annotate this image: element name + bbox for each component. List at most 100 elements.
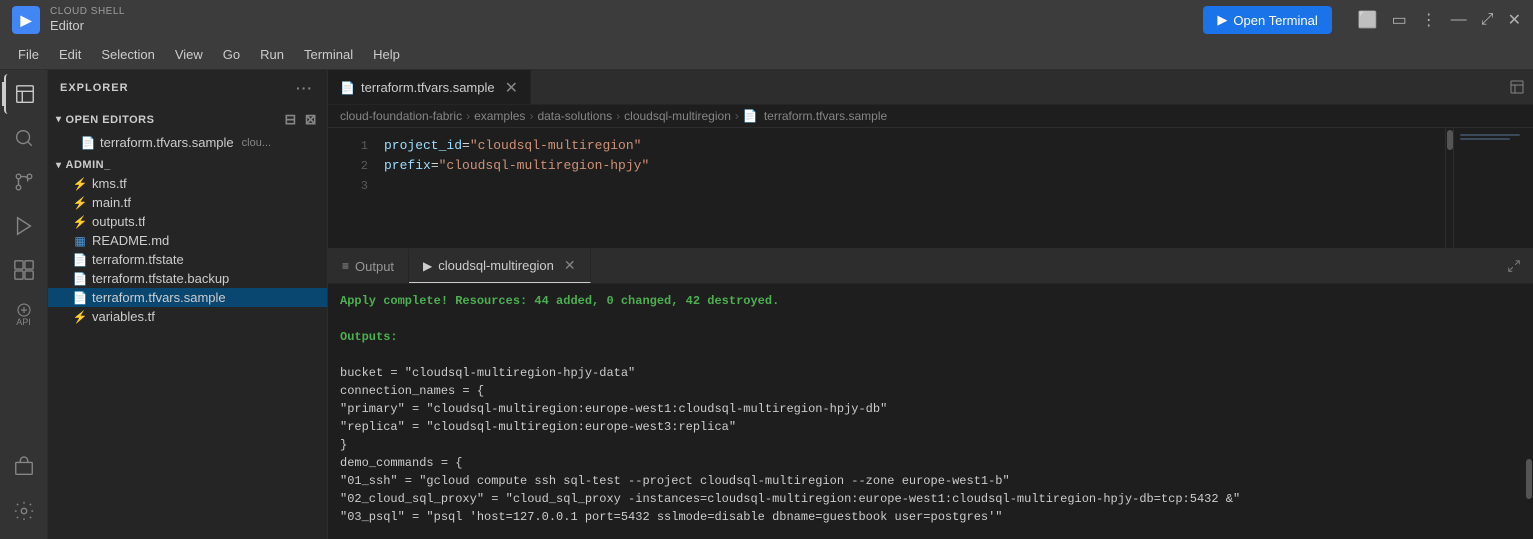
menu-view[interactable]: View <box>165 43 213 66</box>
title-subtitle: CLOUD SHELL <box>50 6 125 18</box>
more-icon[interactable]: ⋮ <box>1421 10 1437 30</box>
editor-area: 📄 terraform.tfvars.sample ✕ cloud-founda… <box>328 70 1533 539</box>
camera-icon[interactable]: ⬜ <box>1358 10 1378 30</box>
open-editor-path: clou... <box>242 137 271 149</box>
terminal-label: cloudsql-multiregion <box>438 258 554 273</box>
terminal-line-ssh: "01_ssh" = "gcloud compute ssh sql-test … <box>340 472 1521 490</box>
save-all-icon[interactable]: ⊟ <box>283 109 299 130</box>
open-editors-chevron: ▾ <box>56 114 62 125</box>
maximize-icon[interactable]: ⤢ <box>1481 11 1494 29</box>
activity-api[interactable]: API <box>4 294 44 334</box>
terminal-line-outputs: Outputs: <box>340 328 1521 346</box>
code-line-1: 1 project_id = "cloudsql-multiregion" <box>328 136 1445 156</box>
activity-run-debug[interactable] <box>4 206 44 246</box>
admin-section[interactable]: ▾ ADMIN_ <box>48 156 327 174</box>
open-editors-label: OPEN EDITORS <box>66 114 155 126</box>
tab-file-icon: 📄 <box>340 81 355 95</box>
breadcrumb-data-solutions[interactable]: data-solutions <box>537 109 612 123</box>
open-editors-section[interactable]: ▾ OPEN EDITORS ⊟ ⊠ <box>48 106 327 133</box>
file-icon-tfvars: 📄 <box>72 291 88 305</box>
scrollbar-thumb <box>1447 130 1453 150</box>
sidebar-header: EXPLORER ··· <box>48 70 327 106</box>
panel-scrollbar[interactable] <box>1525 339 1533 539</box>
terminal-line-bucket: bucket = "cloudsql-multiregion-hpjy-data… <box>340 364 1521 382</box>
breadcrumb: cloud-foundation-fabric › examples › dat… <box>328 105 1533 128</box>
sidebar-item-readme[interactable]: ▦ README.md <box>48 231 327 250</box>
open-terminal-button[interactable]: ▶ Open Terminal <box>1203 6 1331 34</box>
sidebar-item-kms[interactable]: ⚡ kms.tf <box>48 174 327 193</box>
menu-terminal[interactable]: Terminal <box>294 43 363 66</box>
activity-remote[interactable] <box>4 447 44 487</box>
new-file-icon[interactable]: ··· <box>294 78 315 98</box>
activity-settings[interactable] <box>4 491 44 531</box>
activity-source-control[interactable] <box>4 162 44 202</box>
tf-icon-kms: ⚡ <box>72 177 88 191</box>
terminal-icon: ▶ <box>1217 12 1227 28</box>
close-icon[interactable]: ✕ <box>1508 10 1521 30</box>
terminal-line-primary: "primary" = "cloudsql-multiregion:europe… <box>340 400 1521 418</box>
menu-file[interactable]: File <box>8 43 49 66</box>
sidebar-item-variables[interactable]: ⚡ variables.tf <box>48 307 327 326</box>
minimize-icon[interactable]: — <box>1451 11 1467 29</box>
file-icon-tfstate-backup: 📄 <box>72 272 88 286</box>
editor-scrollbar[interactable] <box>1445 128 1453 248</box>
menu-go[interactable]: Go <box>213 43 250 66</box>
breadcrumb-multiregion[interactable]: cloudsql-multiregion <box>624 109 731 123</box>
panel-expand-icon[interactable] <box>1495 249 1533 283</box>
app-logo: ▶ <box>12 6 40 34</box>
terminal-tab-icon: ▶ <box>423 259 432 273</box>
editor-tab-tfvars[interactable]: 📄 terraform.tfvars.sample ✕ <box>328 70 531 104</box>
activity-extensions[interactable] <box>4 250 44 290</box>
tf-icon-main: ⚡ <box>72 196 88 210</box>
menu-help[interactable]: Help <box>363 43 410 66</box>
panel-content[interactable]: Apply complete! Resources: 44 added, 0 c… <box>328 284 1533 528</box>
breadcrumb-root[interactable]: cloud-foundation-fabric <box>340 109 462 123</box>
tab-label: terraform.tfvars.sample <box>361 80 495 95</box>
open-editor-filename: terraform.tfvars.sample <box>100 135 234 150</box>
breadcrumb-file[interactable]: terraform.tfvars.sample <box>764 109 887 123</box>
terminal-line-demo: demo_commands = { <box>340 454 1521 472</box>
activity-explorer[interactable] <box>4 74 44 114</box>
terminal-line-psql: "03_psql" = "psql 'host=127.0.0.1 port=5… <box>340 508 1521 526</box>
editor-tab-bar: 📄 terraform.tfvars.sample ✕ <box>328 70 1533 105</box>
terminal-line-blank2 <box>340 346 1521 364</box>
menu-edit[interactable]: Edit <box>49 43 91 66</box>
sidebar-item-tfstate-backup[interactable]: 📄 terraform.tfstate.backup <box>48 269 327 288</box>
terminal-line-conn: connection_names = { <box>340 382 1521 400</box>
sidebar-item-main[interactable]: ⚡ main.tf <box>48 193 327 212</box>
panel-tab-bar: ≡ Output ▶ cloudsql-multiregion ✕ <box>328 249 1533 284</box>
menu-selection[interactable]: Selection <box>91 43 164 66</box>
sidebar-item-outputs[interactable]: ⚡ outputs.tf <box>48 212 327 231</box>
remote-explorer-icon[interactable] <box>1501 70 1533 104</box>
sidebar-item-tfvars[interactable]: 📄 terraform.tfvars.sample <box>48 288 327 307</box>
terminal-line-replica: "replica" = "cloudsql-multiregion:europe… <box>340 418 1521 436</box>
close-all-icon[interactable]: ⊠ <box>303 109 319 130</box>
breadcrumb-examples[interactable]: examples <box>474 109 525 123</box>
sidebar-item-tfstate[interactable]: 📄 terraform.tfstate <box>48 250 327 269</box>
terminal-close-icon[interactable]: ✕ <box>564 257 576 274</box>
layout-icon[interactable]: ▭ <box>1392 10 1407 30</box>
title-text: CLOUD SHELL Editor <box>50 6 125 34</box>
bottom-panel: ≡ Output ▶ cloudsql-multiregion ✕ <box>328 248 1533 528</box>
code-editor[interactable]: 1 project_id = "cloudsql-multiregion" 2 … <box>328 128 1445 248</box>
file-icon-tfstate: 📄 <box>72 253 88 267</box>
panel-tab-output[interactable]: ≡ Output <box>328 249 409 283</box>
tf-icon-outputs: ⚡ <box>72 215 88 229</box>
tf-icon-variables: ⚡ <box>72 310 88 324</box>
md-icon-readme: ▦ <box>72 234 88 248</box>
output-icon: ≡ <box>342 259 349 273</box>
open-editor-item[interactable]: 📄 terraform.tfvars.sample clou... <box>48 133 327 152</box>
activity-search[interactable] <box>4 118 44 158</box>
admin-chevron: ▾ <box>56 160 62 171</box>
activity-bar-bottom <box>4 447 44 539</box>
menu-run[interactable]: Run <box>250 43 294 66</box>
breadcrumb-file-icon: 📄 <box>743 109 758 123</box>
tab-close-button[interactable]: ✕ <box>505 78 518 98</box>
code-line-3: 3 <box>328 176 1445 196</box>
code-area-wrapper: 1 project_id = "cloudsql-multiregion" 2 … <box>328 128 1533 248</box>
terminal-line-apply: Apply complete! Resources: 44 added, 0 c… <box>340 292 1521 310</box>
main-layout: API EXPLORER ··· <box>0 70 1533 539</box>
menu-bar: File Edit Selection View Go Run Terminal… <box>0 40 1533 70</box>
panel-tab-terminal[interactable]: ▶ cloudsql-multiregion ✕ <box>409 249 591 283</box>
title-bar: ▶ CLOUD SHELL Editor ▶ Open Terminal ⬜ ▭… <box>0 0 1533 40</box>
